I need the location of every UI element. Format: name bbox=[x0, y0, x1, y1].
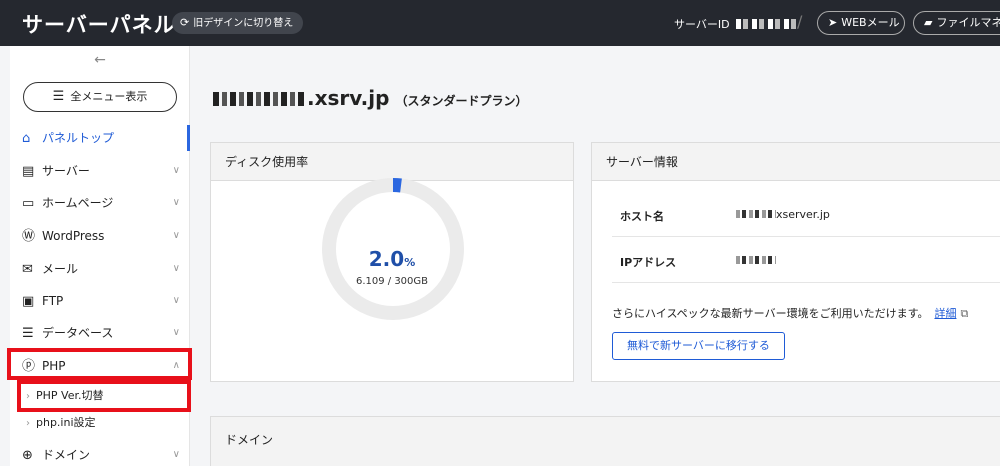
disk-usage-panel: ディスク使用率 2.0% 6.109 / 300GB bbox=[210, 142, 574, 382]
all-menu-label: 全メニュー表示 bbox=[70, 90, 148, 103]
chevron-down-icon: ∨ bbox=[172, 263, 180, 274]
webmail-label: WEBメール bbox=[841, 16, 900, 29]
chevron-right-icon: › bbox=[26, 418, 30, 429]
database-icon: ☰ bbox=[22, 326, 34, 341]
server-info-panel: サーバー情報 ホスト名 xserver.jp IPアドレス さらにハイスペックな… bbox=[591, 142, 1000, 382]
server-info-title: サーバー情報 bbox=[592, 143, 1000, 181]
menu-icon: ☰ bbox=[52, 89, 65, 104]
ip-masked bbox=[736, 256, 776, 264]
host-value: xserver.jp bbox=[736, 208, 830, 221]
disk-usage-percent: 2.0% bbox=[211, 247, 573, 271]
server-id-label: サーバーID bbox=[674, 18, 730, 31]
sidebar-item-label: WordPress bbox=[42, 229, 105, 243]
ip-row: IPアドレス bbox=[612, 239, 1000, 283]
ip-value bbox=[736, 254, 776, 267]
app-title: サーバーパネル bbox=[22, 13, 176, 37]
plan-label: （スタンダードプラン） bbox=[395, 94, 528, 108]
header-divider: / bbox=[797, 12, 803, 31]
server-icon: ▤ bbox=[22, 164, 35, 179]
sidebar-item-ftp[interactable]: ▣ FTP ∨ bbox=[10, 285, 190, 317]
percent-value: 2.0 bbox=[368, 247, 405, 271]
chevron-down-icon: ∨ bbox=[172, 165, 180, 176]
webmail-button[interactable]: ➤ WEBメール bbox=[817, 11, 905, 35]
sidebar-item-mail[interactable]: ✉ メール ∨ bbox=[10, 253, 190, 285]
sidebar: ← ☰ 全メニュー表示 ⌂ パネルトップ ▤ サーバー ∨ ▭ ホームページ ∨ Ⓦ Wo… bbox=[10, 46, 190, 466]
sidebar-item-panel-top[interactable]: ⌂ パネルトップ bbox=[10, 122, 190, 154]
sidebar-item-label: データベース bbox=[42, 326, 114, 340]
collapse-sidebar-icon[interactable]: ← bbox=[10, 52, 190, 68]
wordpress-icon: Ⓦ bbox=[22, 229, 36, 244]
globe-icon: ⊕ bbox=[22, 448, 33, 463]
mail-icon: ✉ bbox=[22, 262, 33, 277]
refresh-icon: ⟳ bbox=[180, 16, 190, 29]
host-row: ホスト名 xserver.jp bbox=[612, 193, 1000, 237]
upgrade-promo: さらにハイスペックな最新サーバー環境をご利用いただけます。 詳細 ⧉ bbox=[612, 305, 968, 321]
sidebar-item-server[interactable]: ▤ サーバー ∨ bbox=[10, 155, 190, 187]
top-header: サーバーパネル ⟳ 旧デザインに切り替え サーバーID / ➤ WEBメール ▰ ファ… bbox=[0, 0, 1000, 46]
percent-unit: % bbox=[404, 256, 416, 269]
promo-text: さらにハイスペックな最新サーバー環境をご利用いただけます。 bbox=[612, 307, 929, 320]
sidebar-item-domain[interactable]: ⊕ ドメイン ∨ bbox=[10, 439, 190, 466]
sidebar-subitem-php-version[interactable]: › PHP Ver.切替 bbox=[10, 383, 190, 409]
chevron-down-icon: ∨ bbox=[172, 230, 180, 241]
chevron-up-icon: ∧ bbox=[172, 360, 180, 371]
sidebar-item-php[interactable]: ⓟ PHP ∧ bbox=[10, 350, 190, 382]
server-id-masked bbox=[735, 19, 798, 29]
sidebar-subitem-label: php.ini設定 bbox=[36, 416, 96, 429]
disk-usage-amount: 6.109 / 300GB bbox=[355, 276, 429, 287]
sidebar-item-homepage[interactable]: ▭ ホームページ ∨ bbox=[10, 187, 190, 219]
sidebar-subitem-label: PHP Ver.切替 bbox=[36, 389, 104, 402]
home-icon: ⌂ bbox=[22, 131, 31, 146]
page-title: .xsrv.jp （スタンダードプラン） bbox=[213, 86, 527, 110]
send-icon: ➤ bbox=[828, 16, 838, 29]
host-suffix: xserver.jp bbox=[776, 208, 830, 221]
sidebar-item-label: ドメイン bbox=[42, 448, 91, 462]
migrate-server-button[interactable]: 無料で新サーバーに移行する bbox=[612, 332, 785, 360]
sidebar-item-label: サーバー bbox=[42, 164, 90, 178]
external-link-icon: ⧉ bbox=[960, 307, 969, 320]
domain-panel: ドメイン bbox=[210, 416, 1000, 466]
chevron-down-icon: ∨ bbox=[172, 295, 180, 306]
sidebar-item-label: FTP bbox=[42, 294, 64, 308]
sidebar-item-label: メール bbox=[42, 262, 79, 276]
server-id: サーバーID bbox=[674, 16, 798, 32]
switch-design-label: 旧デザインに切り替え bbox=[193, 18, 294, 29]
domain-suffix: .xsrv.jp bbox=[307, 86, 390, 110]
chevron-down-icon: ∨ bbox=[172, 327, 180, 338]
domain-panel-title: ドメイン bbox=[211, 417, 1000, 463]
active-indicator bbox=[187, 125, 190, 151]
switch-design-button[interactable]: ⟳ 旧デザインに切り替え bbox=[172, 12, 304, 34]
filemanager-button[interactable]: ▰ ファイルマネ bbox=[913, 11, 1000, 35]
host-masked bbox=[736, 210, 776, 218]
domain-masked bbox=[213, 92, 307, 106]
chevron-down-icon: ∨ bbox=[172, 197, 180, 208]
all-menu-button[interactable]: ☰ 全メニュー表示 bbox=[23, 82, 177, 112]
sidebar-subitem-php-ini[interactable]: › php.ini設定 bbox=[10, 410, 190, 436]
host-label: ホスト名 bbox=[620, 210, 664, 223]
details-link[interactable]: 詳細 bbox=[934, 307, 956, 320]
php-icon: ⓟ bbox=[22, 359, 36, 374]
ip-label: IPアドレス bbox=[620, 256, 677, 269]
filemanager-label: ファイルマネ bbox=[936, 16, 1000, 29]
chevron-right-icon: › bbox=[26, 391, 30, 402]
chevron-down-icon: ∨ bbox=[172, 449, 180, 460]
sidebar-item-database[interactable]: ☰ データベース ∨ bbox=[10, 317, 190, 349]
folder-icon: ▰ bbox=[924, 16, 933, 29]
sidebar-item-label: パネルトップ bbox=[42, 131, 115, 145]
sidebar-item-label: PHP bbox=[42, 359, 66, 373]
ftp-icon: ▣ bbox=[22, 294, 35, 309]
disk-usage-title: ディスク使用率 bbox=[211, 143, 573, 181]
sidebar-item-label: ホームページ bbox=[42, 196, 114, 210]
browser-icon: ▭ bbox=[22, 196, 35, 211]
sidebar-item-wordpress[interactable]: Ⓦ WordPress ∨ bbox=[10, 220, 190, 252]
